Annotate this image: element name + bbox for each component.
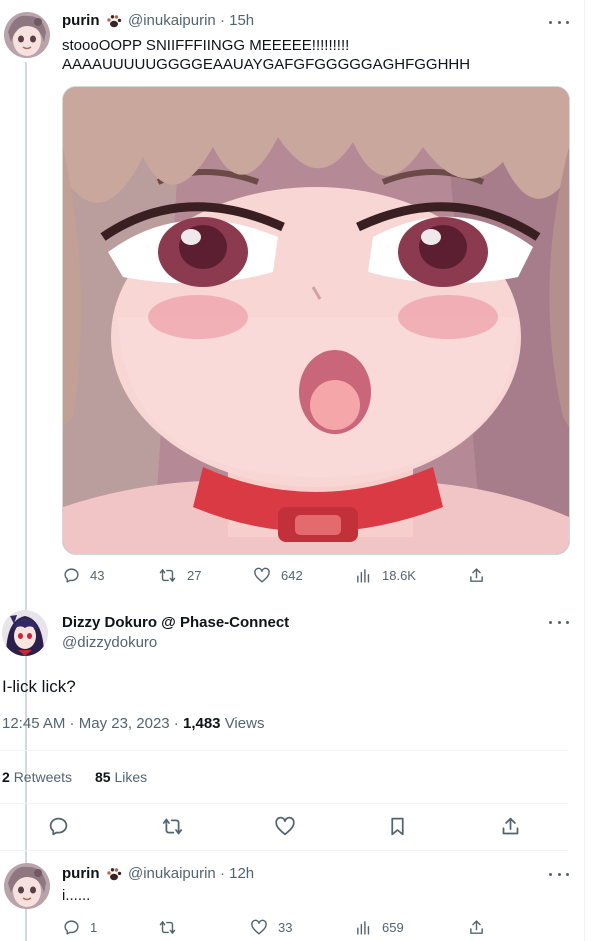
tweet1-text-line2: AAAAUUUUUGGGGEAAUAYGAFGFGGGGGAGHFGGHHH [62,56,471,73]
tweet1-separator: · [219,12,225,29]
column-border [584,0,585,941]
tweet1-retweet-button[interactable]: 27 [158,567,201,584]
paw-icon [105,865,123,888]
retweet-icon [159,569,176,582]
tweet1-author-name[interactable]: purin [62,12,100,29]
tweet3-separator: · [219,865,225,882]
retweet-icon [162,818,183,835]
reply-icon [64,920,79,935]
tweet3-text: i...... [62,887,91,904]
share-icon [470,920,483,934]
tweet1-retweet-count: 27 [187,568,202,583]
tweet2-retweets-label: Retweets [13,769,73,785]
tweet2-views-count: 1,483 [182,715,221,732]
tweet2-text: I-lick lick? [2,677,76,696]
tweet2-retweets-stat[interactable]: 2 Retweets [2,769,72,785]
tweet1-like-count: 642 [281,568,303,583]
tweet3-author-name[interactable]: purin [62,865,100,882]
reply-icon [64,568,79,583]
tweet3-like-count: 33 [278,920,293,935]
heart-icon [251,919,267,935]
views-chart-icon [357,921,370,935]
tweet2-meta: 12:45 AM · May 23, 2023 · 1,483 Views [2,715,265,732]
tweet1-reply-button[interactable]: 43 [63,567,104,584]
tweet2-retweets-count: 2 [2,769,10,785]
tweet1-handle[interactable]: @inukaipurin [128,12,216,29]
tweet1-handle-line: @inukaipurin · 15h [128,12,254,29]
tweet1-more-button[interactable] [549,17,569,27]
more-dot-icon [557,620,561,624]
tweet2-likes-count: 85 [95,769,111,785]
more-dot-icon [549,20,552,24]
thread-line [25,62,27,941]
retweet-icon [159,921,176,934]
tweet3-time[interactable]: 12h [229,865,254,882]
tweet1-views-button[interactable]: 18.6K [355,567,416,584]
more-dot-icon [557,872,561,876]
heart-icon [275,816,295,836]
tweet1-reply-count: 43 [90,568,105,583]
avatar-purin[interactable] [4,863,50,909]
tweet2-retweet-button[interactable] [161,816,184,842]
paw-icon [105,12,123,35]
tweet1-time[interactable]: 15h [229,12,254,29]
tweet3-reply-count: 1 [90,920,98,935]
share-icon [502,817,519,835]
tweet1-media-image[interactable] [62,86,570,555]
divider [0,803,568,804]
anime-girl-illustration [63,87,569,554]
tweet2-reply-button[interactable] [48,816,69,842]
tweet1-like-button[interactable]: 642 [253,567,303,584]
tweet1-text-line1: stoooOOPP SNIIFFFIINGG MEEEEE!!!!!!!!! [62,37,350,54]
tweet2-views-label: Views [224,715,265,732]
twitter-thread-page: purin @inukaipurin · 15h stoooOOPP SNIIF… [0,0,595,941]
thread-line [25,913,27,941]
tweet3-like-button[interactable]: 33 [250,919,292,936]
tweet3-handle-line: @inukaipurin · 12h [128,865,254,882]
views-chart-icon [357,569,370,583]
tweet3-reply-button[interactable]: 1 [63,919,97,936]
tweet3-share-button[interactable] [468,919,485,936]
tweet2-time[interactable]: 12:45 AM [2,715,65,732]
heart-icon [254,567,270,583]
more-dot-icon [549,872,552,876]
tweet2-handle[interactable]: @dizzydokuro [62,634,157,651]
tweet2-author-name[interactable]: Dizzy Dokuro @ Phase-Connect [62,614,289,631]
more-dot-icon [557,20,561,24]
divider [0,850,568,851]
tweet2-likes-stat[interactable]: 85 Likes [95,769,147,785]
more-dot-icon [566,620,569,624]
share-icon [470,568,483,582]
more-dot-icon [566,872,569,876]
tweet1-views-count: 18.6K [382,568,416,583]
tweet2-date[interactable]: May 23, 2023 [79,715,170,732]
tweet3-more-button[interactable] [549,869,569,879]
tweet3-retweet-button[interactable] [158,919,177,936]
tweet3-views-button[interactable]: 659 [355,919,404,936]
tweet2-likes-label: Likes [114,769,148,785]
more-dot-icon [549,620,552,624]
tweet2-share-button[interactable] [500,816,521,842]
more-dot-icon [566,20,569,24]
tweet2-more-button[interactable] [549,617,569,627]
tweet1-share-button[interactable] [468,567,485,584]
bookmark-icon [391,817,404,836]
tweet3-handle[interactable]: @inukaipurin [128,865,216,882]
tweet2-bookmark-button[interactable] [387,816,408,842]
avatar-purin[interactable] [4,12,50,58]
reply-icon [49,817,68,836]
tweet2-like-button[interactable] [274,816,296,842]
tweet3-views-count: 659 [382,920,404,935]
avatar-dizzy-dokuro[interactable] [2,610,48,656]
divider [0,750,568,751]
